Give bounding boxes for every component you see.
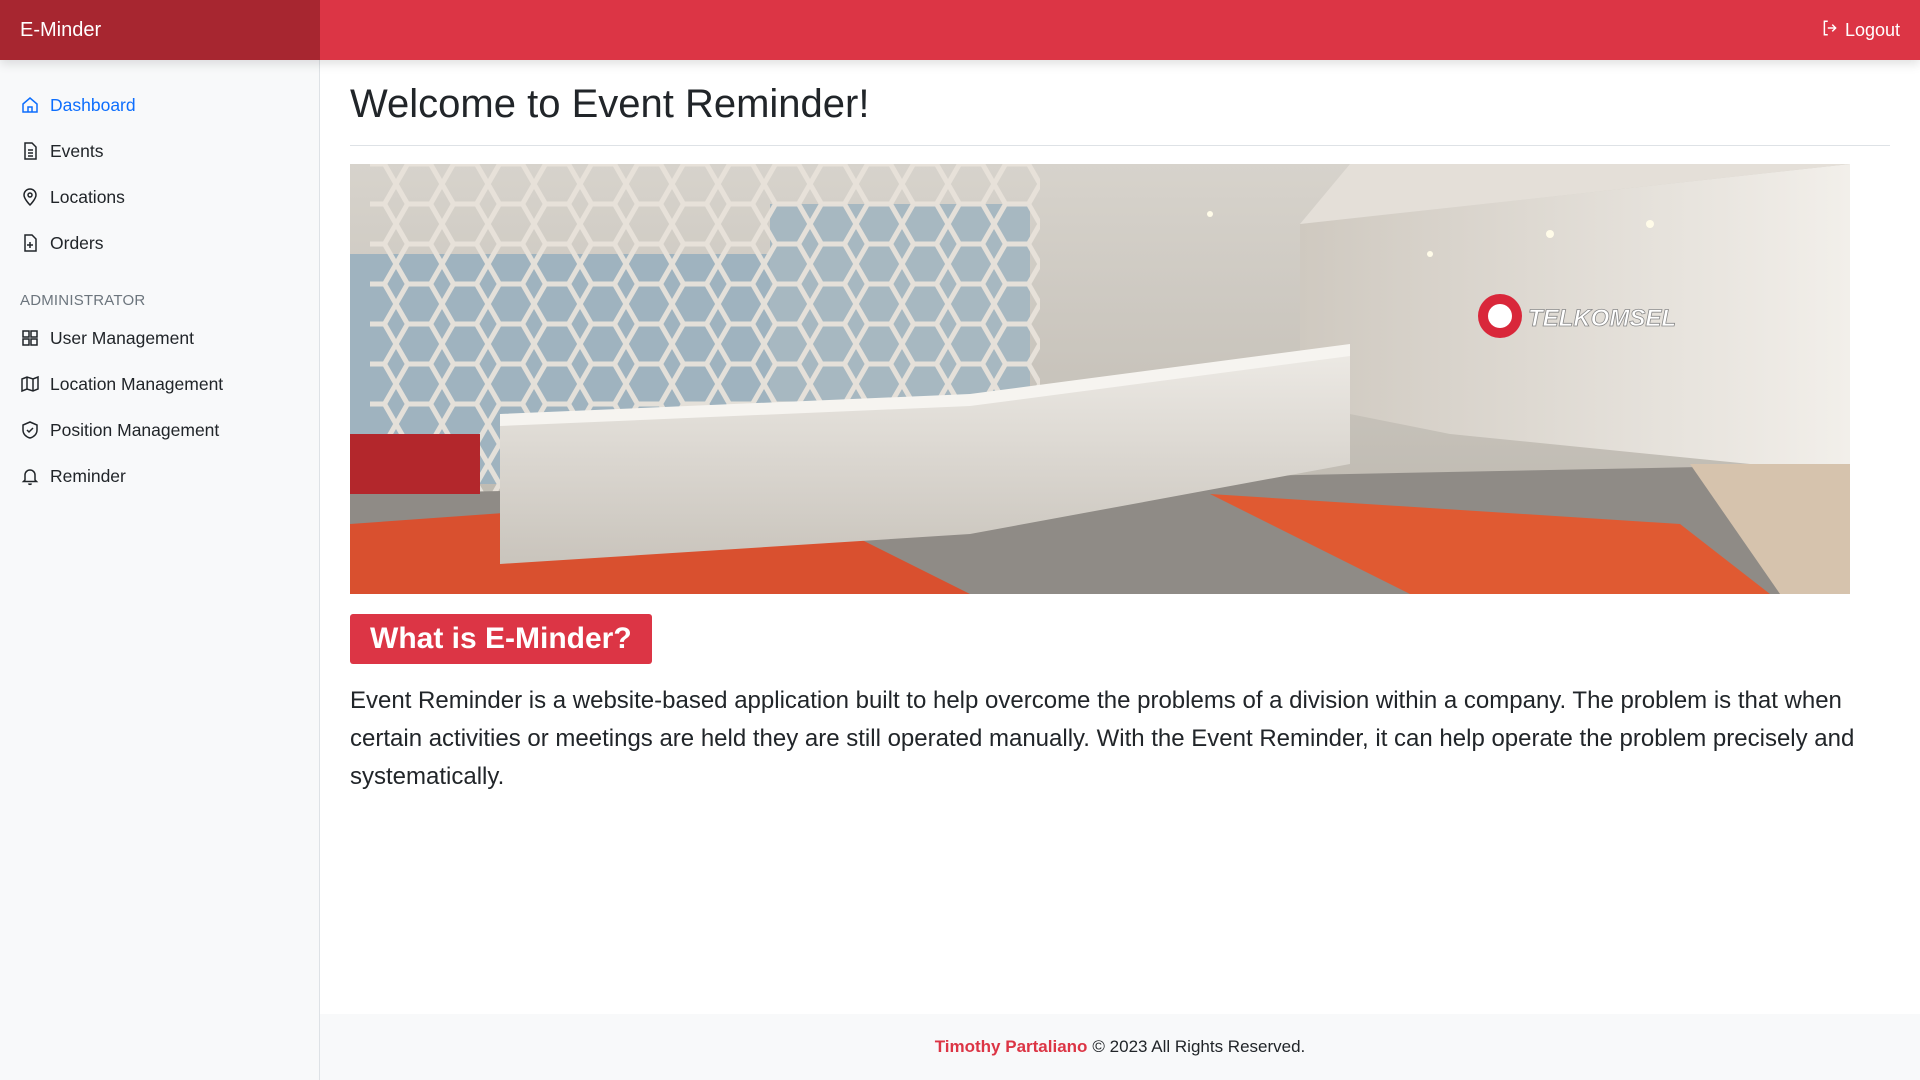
sidebar-item-label: Reminder [50, 465, 126, 486]
sidebar-item-label: Position Management [50, 419, 220, 440]
map-icon [20, 374, 40, 394]
footer-author: Timothy Partaliano [934, 1037, 1088, 1056]
sidebar-item-reminder[interactable]: Reminder [0, 453, 319, 499]
sidebar-item-label: User Management [50, 327, 194, 348]
file-plus-icon [20, 233, 40, 253]
brand-logo[interactable]: E-Minder [0, 0, 320, 60]
page-title: Welcome to Event Reminder! [350, 82, 1890, 146]
sidebar-item-label: Orders [50, 232, 104, 253]
logout-label: Logout [1844, 19, 1900, 40]
shield-check-icon [20, 420, 40, 440]
logout-icon [1821, 19, 1839, 42]
sidebar-item-events[interactable]: Events [0, 128, 319, 174]
sidebar-item-label: Locations [50, 186, 125, 207]
sidebar-item-locations[interactable]: Locations [0, 174, 319, 220]
sidebar-item-label: Location Management [50, 373, 224, 394]
grid-icon [20, 328, 40, 348]
sidebar: Dashboard Events Locations Orders ADMINI… [0, 60, 320, 1080]
section-title-badge: What is E-Minder? [350, 614, 652, 664]
description-text: Event Reminder is a website-based applic… [350, 687, 1855, 790]
top-navbar: E-Minder Logout [0, 0, 1920, 60]
bell-icon [20, 466, 40, 486]
footer-copyright: © 2023 All Rights Reserved. [1092, 1037, 1306, 1056]
sidebar-item-user-management[interactable]: User Management [0, 315, 319, 361]
main-content: Welcome to Event Reminder! TELKOMSEL Wha… [320, 60, 1920, 1014]
sidebar-section-heading: ADMINISTRATOR [20, 292, 146, 309]
hero-logo-text: TELKOMSEL [1528, 305, 1676, 332]
document-icon [20, 141, 40, 161]
sidebar-item-location-management[interactable]: Location Management [0, 361, 319, 407]
sidebar-item-label: Dashboard [50, 94, 136, 115]
logout-button[interactable]: Logout [1821, 19, 1900, 42]
sidebar-item-orders[interactable]: Orders [0, 220, 319, 266]
footer: Timothy Partaliano © 2023 All Rights Res… [320, 1014, 1920, 1080]
home-icon [20, 95, 40, 115]
sidebar-item-label: Events [50, 140, 104, 161]
hero-image: TELKOMSEL [350, 164, 1850, 594]
map-pin-icon [20, 187, 40, 207]
sidebar-item-position-management[interactable]: Position Management [0, 407, 319, 453]
sidebar-item-dashboard[interactable]: Dashboard [0, 82, 319, 128]
